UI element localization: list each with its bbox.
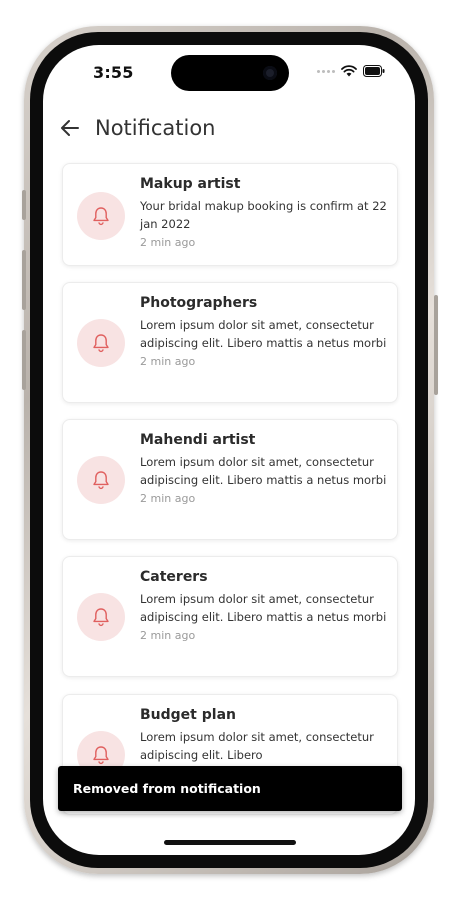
side-button-silent (22, 190, 26, 220)
snackbar: Removed from notification (58, 766, 402, 811)
card-text: Makup artist Your bridal makup booking i… (140, 176, 388, 249)
card-message: Lorem ipsum dolor sit amet, consectetur … (140, 592, 387, 624)
card-title: Makup artist (140, 176, 241, 192)
card-title: Budget plan (140, 707, 236, 723)
status-icons (317, 65, 385, 77)
bell-icon (77, 456, 125, 504)
card-message: Lorem ipsum dolor sit amet, consectetur … (140, 730, 374, 762)
card-title: Mahendi artist (140, 432, 256, 448)
card-message: Your bridal makup booking is confirm at … (140, 199, 387, 231)
dynamic-island (171, 55, 289, 91)
bell-icon (77, 593, 125, 641)
header: Notification (59, 113, 216, 143)
arrow-left-icon[interactable] (59, 117, 81, 139)
card-time: 2 min ago (140, 236, 196, 249)
card-title: Caterers (140, 569, 208, 585)
card-text: Caterers Lorem ipsum dolor sit amet, con… (140, 569, 388, 642)
card-time: 2 min ago (140, 492, 196, 505)
camera-icon (263, 66, 277, 80)
card-text: Budget plan Lorem ipsum dolor sit amet, … (140, 707, 388, 764)
side-button-volume-up (22, 250, 26, 310)
card-time: 2 min ago (140, 629, 196, 642)
side-button-power (434, 295, 438, 395)
bell-icon (77, 319, 125, 367)
card-title: Photographers (140, 295, 258, 311)
snackbar-message: Removed from notification (73, 781, 261, 796)
card-time: 2 min ago (140, 355, 196, 368)
home-indicator[interactable] (164, 840, 296, 845)
side-button-volume-down (22, 330, 26, 390)
battery-icon (363, 65, 385, 77)
notification-card[interactable]: Mahendi artist Lorem ipsum dolor sit ame… (62, 419, 398, 540)
notification-card[interactable]: Makup artist Your bridal makup booking i… (62, 163, 398, 266)
page-title: Notification (95, 116, 216, 140)
notification-card[interactable]: Caterers Lorem ipsum dolor sit amet, con… (62, 556, 398, 677)
card-message: Lorem ipsum dolor sit amet, consectetur … (140, 318, 387, 350)
signal-dots-icon (317, 69, 335, 73)
notification-card[interactable]: Photographers Lorem ipsum dolor sit amet… (62, 282, 398, 403)
bell-icon (77, 192, 125, 240)
status-time: 3:55 (93, 63, 134, 82)
wifi-icon (341, 65, 357, 77)
screen: 3:55 Notification Makup artist Your brid… (43, 45, 415, 855)
card-text: Mahendi artist Lorem ipsum dolor sit ame… (140, 432, 388, 505)
card-message: Lorem ipsum dolor sit amet, consectetur … (140, 455, 387, 487)
card-text: Photographers Lorem ipsum dolor sit amet… (140, 295, 388, 368)
